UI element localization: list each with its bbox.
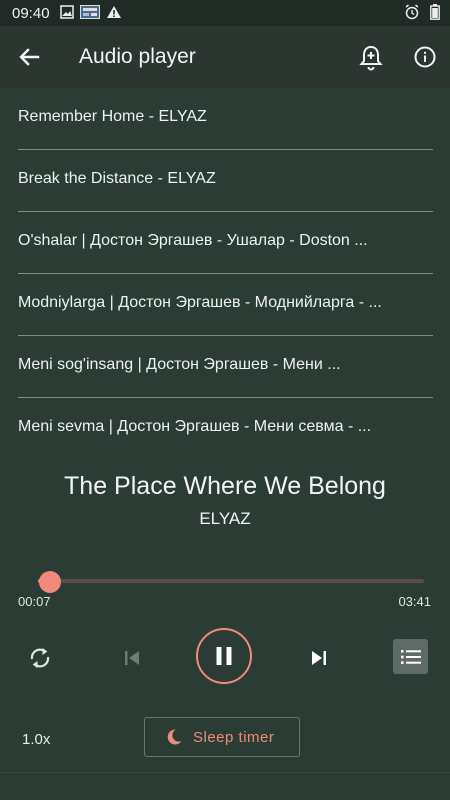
seek-bar[interactable] <box>38 579 424 583</box>
queue-icon <box>400 649 421 664</box>
app-bar: Audio player <box>0 26 450 88</box>
repeat-icon <box>30 648 50 668</box>
track-label: Remember Home - ELYAZ <box>18 108 207 125</box>
list-item[interactable]: Meni sevma | Достон Эргашев - Мени севма… <box>18 398 433 459</box>
list-item[interactable]: Remember Home - ELYAZ <box>18 88 433 150</box>
list-item[interactable]: Meni sog'insang | Достон Эргашев - Мени … <box>18 336 433 398</box>
moon-icon <box>167 729 182 745</box>
battery-icon <box>430 4 440 25</box>
warning-icon <box>106 5 122 24</box>
alarm-button[interactable] <box>358 44 384 72</box>
next-button[interactable] <box>305 644 333 672</box>
sleep-timer-label: Sleep timer <box>193 729 275 746</box>
previous-icon <box>125 651 139 665</box>
status-bar: 09:40 <box>0 0 450 26</box>
now-playing-title: The Place Where We Belong <box>64 472 386 500</box>
status-time: 09:40 <box>12 5 50 22</box>
back-button[interactable] <box>16 45 44 69</box>
playlist: Remember Home - ELYAZ Break the Distance… <box>18 88 433 459</box>
bell-plus-icon <box>359 45 383 71</box>
seek-thumb[interactable] <box>38 571 61 593</box>
next-icon <box>312 651 326 665</box>
total-time: 03:41 <box>398 594 431 609</box>
previous-button[interactable] <box>118 644 146 672</box>
track-label: Break the Distance - ELYAZ <box>18 170 216 187</box>
list-item[interactable]: Modniylarga | Достон Эргашев - Моднийлар… <box>18 274 433 336</box>
repeat-button[interactable] <box>26 644 54 672</box>
alarm-icon <box>404 4 420 25</box>
playback-speed-button[interactable]: 1.0x <box>22 731 50 748</box>
current-time: 00:07 <box>18 594 51 609</box>
info-icon <box>414 46 436 68</box>
list-item[interactable]: Break the Distance - ELYAZ <box>18 150 433 212</box>
sleep-timer-button[interactable]: Sleep timer <box>144 717 300 757</box>
pause-button[interactable] <box>196 628 252 684</box>
track-label: Meni sog'insang | Достон Эргашев - Мени … <box>18 356 341 373</box>
bottom-divider <box>0 772 450 773</box>
status-left-icons <box>60 5 122 24</box>
track-label: Meni sevma | Достон Эргашев - Мени севма… <box>18 418 372 435</box>
list-item[interactable]: O'shalar | Достон Эргашев - Ушалар - Dos… <box>18 212 433 274</box>
info-button[interactable] <box>412 44 438 70</box>
back-arrow-icon <box>19 48 40 66</box>
now-playing-artist: ELYAZ <box>199 509 251 528</box>
track-label: O'shalar | Достон Эргашев - Ушалар - Dos… <box>18 232 368 249</box>
pause-icon <box>216 647 232 665</box>
page-title: Audio player <box>79 45 196 68</box>
status-right-icons <box>404 4 440 25</box>
news-icon <box>80 5 100 24</box>
track-label: Modniylarga | Достон Эргашев - Моднийлар… <box>18 294 382 311</box>
queue-button[interactable] <box>393 639 428 674</box>
image-icon <box>60 5 74 24</box>
